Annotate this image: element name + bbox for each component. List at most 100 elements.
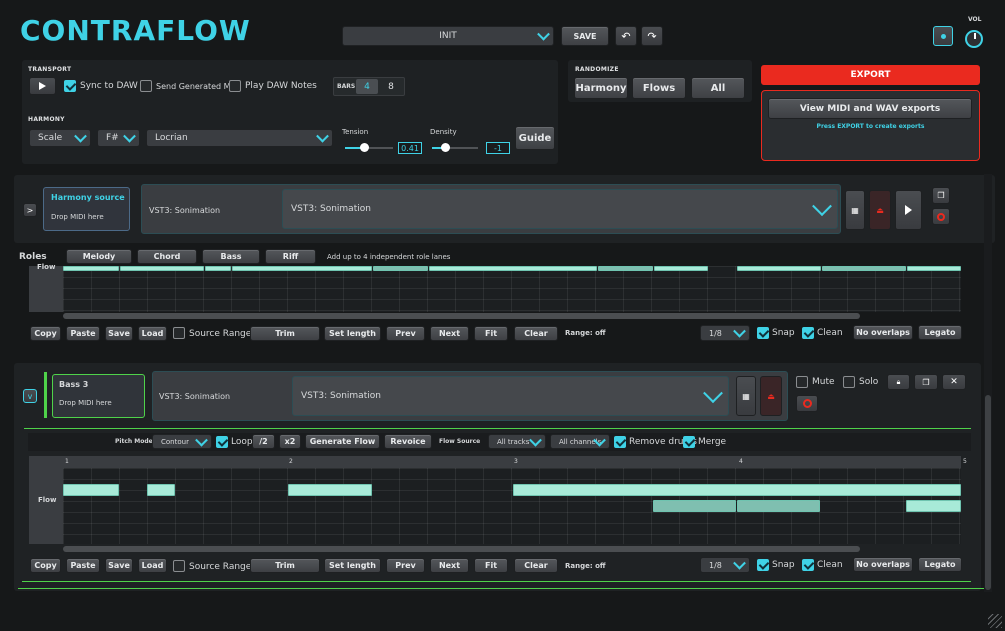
main-scrollbar-thumb[interactable] — [985, 395, 991, 590]
randomize-flows-button[interactable]: Flows — [632, 77, 686, 99]
guide-button[interactable]: Guide — [515, 126, 555, 150]
lower-quantize-dropdown[interactable]: 1/8 — [700, 556, 750, 573]
upper-note[interactable] — [654, 266, 708, 271]
role-tab-chord[interactable]: Chord — [137, 249, 197, 264]
bass-plugin-window-button[interactable]: ▦ — [736, 376, 756, 416]
role-tab-bass[interactable]: Bass — [202, 249, 260, 264]
lower-set-length-button[interactable]: Set length — [324, 558, 381, 573]
bars-4-button[interactable]: 4 — [356, 79, 378, 94]
collapse-button[interactable]: v — [23, 389, 37, 403]
upper-legato-button[interactable]: Legato — [918, 325, 962, 340]
tension-slider-knob[interactable] — [360, 143, 369, 152]
lower-paste-button[interactable]: Paste — [66, 558, 100, 573]
randomize-harmony-button[interactable]: Harmony — [574, 77, 628, 99]
plugin-window-button[interactable]: ▦ — [845, 190, 865, 230]
upper-clean-checkbox[interactable] — [802, 327, 814, 339]
lower-no-overlaps-button[interactable]: No overlaps — [853, 557, 913, 572]
view-exports-button[interactable]: View MIDI and WAV exports — [768, 98, 972, 119]
bass-piano-roll[interactable] — [63, 468, 961, 544]
bass-duplicate-button[interactable]: ❐ — [914, 374, 938, 390]
bass-note[interactable] — [653, 500, 736, 512]
upper-scrollbar[interactable] — [63, 313, 860, 319]
merge-checkbox[interactable] — [683, 436, 695, 448]
lower-clean-checkbox[interactable] — [802, 559, 814, 571]
pitch-mode-dropdown[interactable]: Contour — [152, 433, 212, 449]
record-button[interactable] — [932, 208, 950, 225]
loop-checkbox[interactable] — [216, 436, 228, 448]
upper-trim-button[interactable]: Trim — [250, 326, 320, 341]
lock-button[interactable]: 🔒︎ — [887, 374, 910, 390]
upper-piano-roll[interactable] — [63, 266, 961, 312]
upper-source-range-checkbox[interactable] — [173, 327, 185, 339]
lower-snap-checkbox[interactable] — [757, 559, 769, 571]
upper-clear-button[interactable]: Clear — [514, 326, 558, 341]
remove-track-button[interactable]: ✕ — [942, 374, 966, 390]
upper-fit-button[interactable]: Fit — [474, 326, 508, 341]
lower-load-button[interactable]: Load — [138, 558, 167, 573]
lower-source-range-checkbox[interactable] — [173, 560, 185, 572]
upper-note[interactable] — [373, 266, 428, 271]
redo-button[interactable]: ↷ — [641, 26, 663, 46]
bass-note[interactable] — [513, 484, 961, 496]
upper-note[interactable] — [822, 266, 906, 271]
preset-dropdown[interactable]: INIT — [342, 26, 554, 46]
scale-dropdown[interactable]: Scale — [29, 129, 91, 147]
upper-note[interactable] — [205, 266, 231, 271]
tracks-dropdown[interactable]: All tracks — [488, 433, 546, 449]
bass-note[interactable] — [147, 484, 175, 496]
expand-button[interactable]: > — [23, 203, 37, 217]
channels-dropdown[interactable]: All channels — [550, 433, 610, 449]
upper-load-button[interactable]: Load — [138, 326, 167, 341]
density-slider-knob[interactable] — [441, 143, 450, 152]
bass-record-button[interactable] — [796, 395, 818, 412]
harmony-plugin-dropdown[interactable]: VST3: Sonimation — [282, 189, 838, 229]
lower-prev-button[interactable]: Prev — [386, 558, 425, 573]
upper-save-button[interactable]: Save — [105, 326, 133, 341]
upper-quantize-dropdown[interactable]: 1/8 — [700, 324, 750, 341]
density-value[interactable]: -1 — [486, 142, 510, 154]
upper-paste-button[interactable]: Paste — [66, 326, 100, 341]
role-tab-riff[interactable]: Riff — [265, 249, 316, 264]
bass-plugin-dropdown[interactable]: VST3: Sonimation — [292, 376, 729, 416]
volume-knob[interactable] — [965, 30, 983, 48]
play-button[interactable] — [29, 77, 56, 95]
bass-note[interactable] — [906, 500, 961, 512]
lower-next-button[interactable]: Next — [430, 558, 469, 573]
resize-grip-icon[interactable] — [988, 614, 1002, 628]
upper-next-button[interactable]: Next — [430, 326, 469, 341]
lower-clear-button[interactable]: Clear — [514, 558, 558, 573]
sync-daw-checkbox[interactable] — [64, 80, 76, 92]
upper-copy-button[interactable]: Copy — [30, 326, 61, 341]
upper-note[interactable] — [907, 266, 961, 271]
upper-snap-checkbox[interactable] — [757, 327, 769, 339]
upper-set-length-button[interactable]: Set length — [324, 326, 381, 341]
lower-trim-button[interactable]: Trim — [250, 558, 320, 573]
upper-note[interactable] — [737, 266, 821, 271]
upper-note[interactable] — [429, 266, 597, 271]
lower-copy-button[interactable]: Copy — [30, 558, 61, 573]
record-toggle-button[interactable] — [933, 26, 953, 46]
mode-dropdown[interactable]: Locrian — [146, 129, 333, 147]
lower-save-button[interactable]: Save — [105, 558, 133, 573]
bass-note[interactable] — [63, 484, 119, 496]
revoice-button[interactable]: Revoice — [384, 434, 432, 449]
bass-scrollbar[interactable] — [63, 546, 860, 552]
play-notes-checkbox[interactable] — [229, 80, 241, 92]
upper-prev-button[interactable]: Prev — [386, 326, 425, 341]
upper-note[interactable] — [232, 266, 372, 271]
upper-note[interactable] — [120, 266, 204, 271]
bass-note[interactable] — [737, 500, 820, 512]
timeline-ruler[interactable] — [63, 456, 961, 468]
randomize-all-button[interactable]: All — [691, 77, 745, 99]
undo-button[interactable]: ↶ — [615, 26, 637, 46]
generate-flow-button[interactable]: Generate Flow — [305, 434, 380, 449]
send-midi-checkbox[interactable] — [140, 80, 152, 92]
mute-checkbox[interactable] — [796, 376, 808, 388]
lower-fit-button[interactable]: Fit — [474, 558, 508, 573]
double-button[interactable]: x2 — [279, 434, 301, 449]
preview-play-button[interactable] — [895, 190, 922, 230]
key-dropdown[interactable]: F# — [97, 129, 140, 147]
eject-button[interactable]: ⏏ — [869, 190, 891, 230]
solo-checkbox[interactable] — [843, 376, 855, 388]
lower-legato-button[interactable]: Legato — [918, 557, 962, 572]
